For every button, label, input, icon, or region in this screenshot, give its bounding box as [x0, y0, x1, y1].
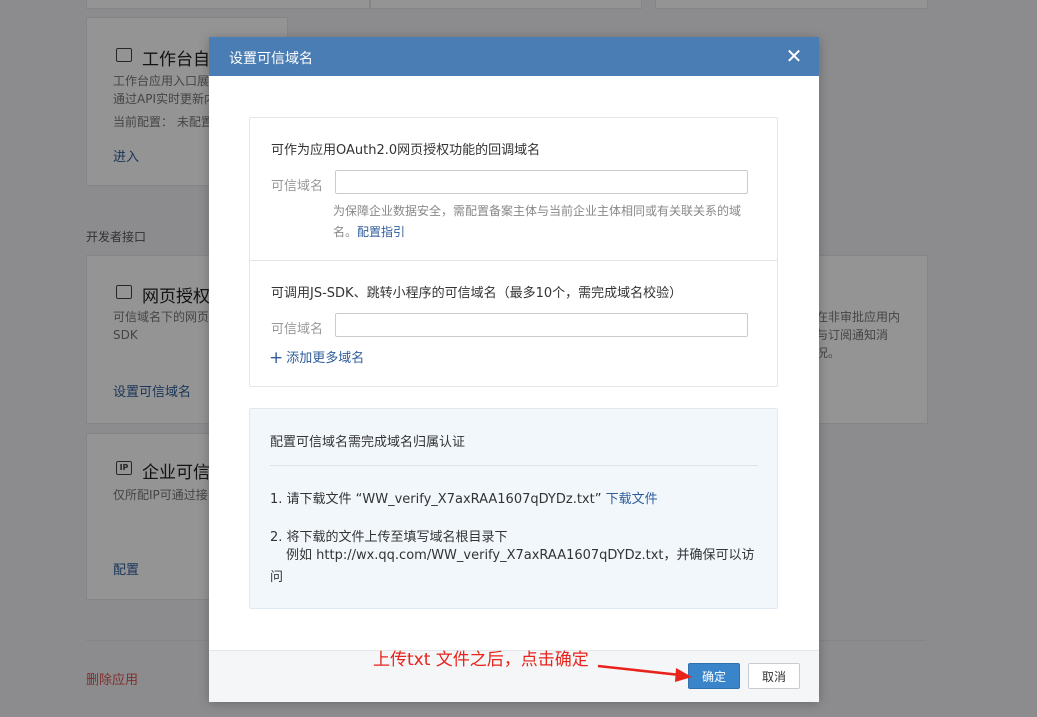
domain-verification-box: 配置可信域名需完成域名归属认证 1. 请下载文件 “WW_verify_X7ax… [249, 408, 778, 609]
verification-step-1: 1. 请下载文件 “WW_verify_X7axRAA1607qDYDz.txt… [270, 488, 658, 507]
config-guide-link[interactable]: 配置指引 [357, 225, 405, 239]
oauth-domain-label: 可信域名 [271, 179, 324, 194]
jssdk-domain-heading: 可调用JS-SDK、跳转小程序的可信域名（最多10个，需完成域名校验） [271, 286, 683, 301]
annotation-arrow-icon [597, 664, 692, 682]
verification-title: 配置可信域名需完成域名归属认证 [270, 435, 466, 450]
add-more-domains-button[interactable]: + 添加更多域名 [269, 347, 365, 368]
oauth-domain-input[interactable] [335, 170, 748, 194]
step-2-example: 例如 http://wx.qq.com/WW_verify_X7axRAA160… [270, 548, 755, 585]
verification-divider [270, 465, 758, 466]
verification-step-2-detail: 例如 http://wx.qq.com/WW_verify_X7axRAA160… [270, 545, 760, 589]
trusted-domain-dialog: 设置可信域名 ✕ 可作为应用OAuth2.0网页授权功能的回调域名 可信域名 为… [209, 37, 819, 702]
close-icon[interactable]: ✕ [783, 45, 805, 67]
jssdk-domain-label: 可信域名 [271, 322, 324, 337]
plus-icon: + [269, 348, 284, 368]
add-more-label: 添加更多域名 [286, 351, 365, 366]
verification-step-2: 2. 将下载的文件上传至填写域名根目录下 [270, 530, 508, 545]
cancel-button[interactable]: 取消 [748, 663, 800, 689]
oauth-domain-heading: 可作为应用OAuth2.0网页授权功能的回调域名 [271, 143, 541, 158]
download-file-link[interactable]: 下载文件 [606, 492, 658, 507]
dialog-title: 设置可信域名 [229, 51, 313, 67]
jssdk-domain-input[interactable] [335, 313, 748, 337]
dialog-header: 设置可信域名 ✕ [209, 37, 819, 76]
annotation-instruction: 上传txt 文件之后，点击确定 [373, 650, 589, 670]
step-1-text: 1. 请下载文件 “WW_verify_X7axRAA1607qDYDz.txt… [270, 492, 602, 507]
panel-divider [250, 260, 777, 261]
domain-hint: 为保障企业数据安全，需配置备案主体与当前企业主体相同或有关联关系的域名。配置指引 [333, 201, 763, 243]
domain-settings-panel: 可作为应用OAuth2.0网页授权功能的回调域名 可信域名 为保障企业数据安全，… [249, 117, 778, 387]
